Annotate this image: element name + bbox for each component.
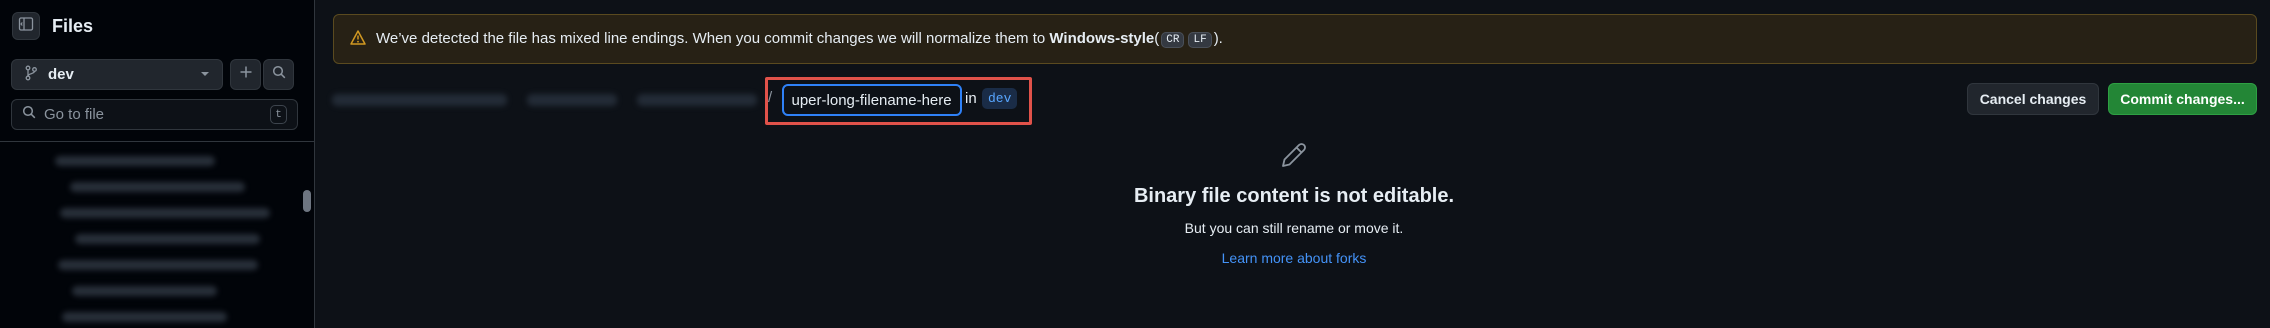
banner-text: We’ve detected the file has mixed line e… [376, 30, 1050, 47]
target-branch-chip[interactable]: dev [982, 88, 1018, 109]
filename-input[interactable] [782, 84, 962, 116]
sidebar-scrollbar-track[interactable] [300, 142, 314, 328]
banner-style-name: Windows-style [1049, 30, 1155, 47]
mixed-line-endings-banner: We’ve detected the file has mixed line e… [333, 14, 2257, 64]
tree-item-redacted[interactable] [60, 208, 270, 218]
breadcrumb-segment[interactable] [527, 94, 617, 106]
alert-icon [350, 29, 366, 49]
pencil-icon [1094, 140, 1494, 170]
file-tree[interactable] [0, 142, 300, 328]
cr-chip: CR [1161, 32, 1185, 48]
lf-chip: LF [1188, 32, 1212, 48]
breadcrumb-redacted[interactable] [332, 93, 762, 107]
breadcrumb-segment[interactable] [332, 94, 507, 106]
binary-file-notice: Binary file content is not editable. But… [1094, 140, 1494, 268]
banner-paren-open: ( [1154, 30, 1160, 47]
tree-item-redacted[interactable] [72, 286, 217, 296]
shortcut-key: t [270, 105, 287, 124]
tree-item-redacted[interactable] [75, 234, 260, 244]
git-branch-icon [24, 65, 38, 85]
go-to-file-field[interactable]: t [11, 99, 298, 130]
tree-item-redacted[interactable] [70, 182, 245, 192]
search-files-button[interactable] [263, 59, 294, 90]
app-root: Files dev Go to file t We’ve detected th… [0, 0, 2270, 328]
branch-controls: dev [11, 59, 294, 90]
add-file-button[interactable] [230, 59, 261, 90]
collapse-sidebar-button[interactable] [12, 12, 40, 40]
search-icon [272, 65, 286, 84]
banner-paren-close: ). [1213, 30, 1223, 47]
tree-item-redacted[interactable] [58, 260, 258, 270]
file-tree-sidebar: Files dev Go to file t [0, 0, 315, 328]
breadcrumb-segment[interactable] [637, 94, 757, 106]
chevron-down-icon [200, 66, 210, 83]
commit-changes-button[interactable]: Commit changes... [2108, 83, 2257, 115]
banner-message: We’ve detected the file has mixed line e… [376, 30, 1223, 48]
sidebar-header: Files [12, 12, 93, 40]
go-to-file-input[interactable] [44, 106, 270, 123]
sidebar-toggle-icon [18, 16, 34, 37]
cancel-changes-button[interactable]: Cancel changes [1967, 83, 2099, 115]
notice-title: Binary file content is not editable. [1133, 185, 1455, 207]
tree-item-redacted[interactable] [62, 312, 227, 322]
sidebar-scrollbar-thumb[interactable] [303, 190, 311, 212]
notice-subtitle: But you can still rename or move it. [1184, 220, 1404, 236]
branch-selector[interactable]: dev [11, 59, 223, 90]
sidebar-title: Files [52, 15, 94, 36]
in-label: in [965, 90, 977, 107]
plus-icon [239, 65, 253, 84]
search-icon [22, 105, 36, 124]
tree-item-redacted[interactable] [55, 156, 215, 166]
branch-name: dev [48, 66, 74, 83]
learn-more-forks-link[interactable]: Learn more about forks [1222, 250, 1367, 266]
